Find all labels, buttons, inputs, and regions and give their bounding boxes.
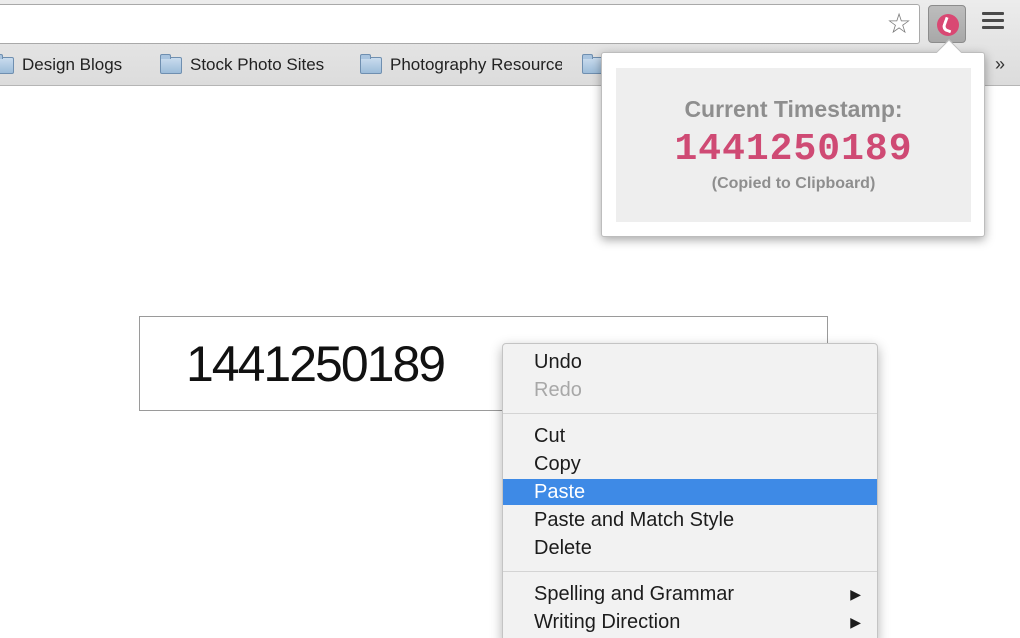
submenu-arrow-icon: ▶ xyxy=(850,586,861,602)
bookmark-label: Design Blogs xyxy=(22,55,123,74)
menu-separator xyxy=(503,413,877,414)
address-bar[interactable] xyxy=(0,4,920,44)
clock-icon xyxy=(937,14,959,36)
popup-content: Current Timestamp: 1441250189 (Copied to… xyxy=(616,68,971,222)
bookmarks-overflow-button[interactable]: » xyxy=(995,54,1005,75)
bookmark-label: Photography Resources xyxy=(390,55,562,74)
extension-popup: Current Timestamp: 1441250189 (Copied to… xyxy=(601,39,985,237)
bookmark-star-icon[interactable]: ☆ xyxy=(884,9,914,39)
timestamp-value: 1441250189 xyxy=(674,128,913,171)
menu-separator xyxy=(503,571,877,572)
bookmark-design-blogs[interactable]: Design Blogs xyxy=(0,54,132,76)
menu-item-writing-direction[interactable]: Writing Direction ▶ xyxy=(503,608,877,636)
folder-icon xyxy=(160,54,182,74)
copied-note: (Copied to Clipboard) xyxy=(711,175,876,192)
menu-item-paste[interactable]: Paste xyxy=(503,479,877,505)
bookmark-photography-resources[interactable]: Photography Resources xyxy=(360,54,562,76)
input-value: 1441250189 xyxy=(186,336,446,392)
submenu-arrow-icon: ▶ xyxy=(850,614,861,630)
menu-item-spelling-and-grammar[interactable]: Spelling and Grammar ▶ xyxy=(503,580,877,608)
menu-item-label: Spelling and Grammar xyxy=(534,583,735,605)
popup-title: Current Timestamp: xyxy=(684,96,903,122)
menu-item-cut[interactable]: Cut xyxy=(503,422,877,450)
bookmark-stock-photo-sites[interactable]: Stock Photo Sites xyxy=(160,54,340,76)
folder-icon xyxy=(0,54,14,74)
menu-item-delete[interactable]: Delete xyxy=(503,534,877,562)
menu-item-copy[interactable]: Copy xyxy=(503,450,877,478)
bookmark-label: Stock Photo Sites xyxy=(190,55,325,74)
folder-icon xyxy=(360,54,382,74)
menu-item-paste-and-match-style[interactable]: Paste and Match Style xyxy=(503,506,877,534)
menu-item-redo: Redo xyxy=(534,379,582,401)
hamburger-menu-icon[interactable] xyxy=(982,12,1004,32)
menu-item-undo[interactable]: Undo xyxy=(503,348,877,376)
context-menu: Undo Redo Cut Copy Paste Paste and Match… xyxy=(502,343,878,638)
menu-item-label: Writing Direction xyxy=(534,611,681,633)
timestamp-extension-button[interactable] xyxy=(928,5,966,43)
